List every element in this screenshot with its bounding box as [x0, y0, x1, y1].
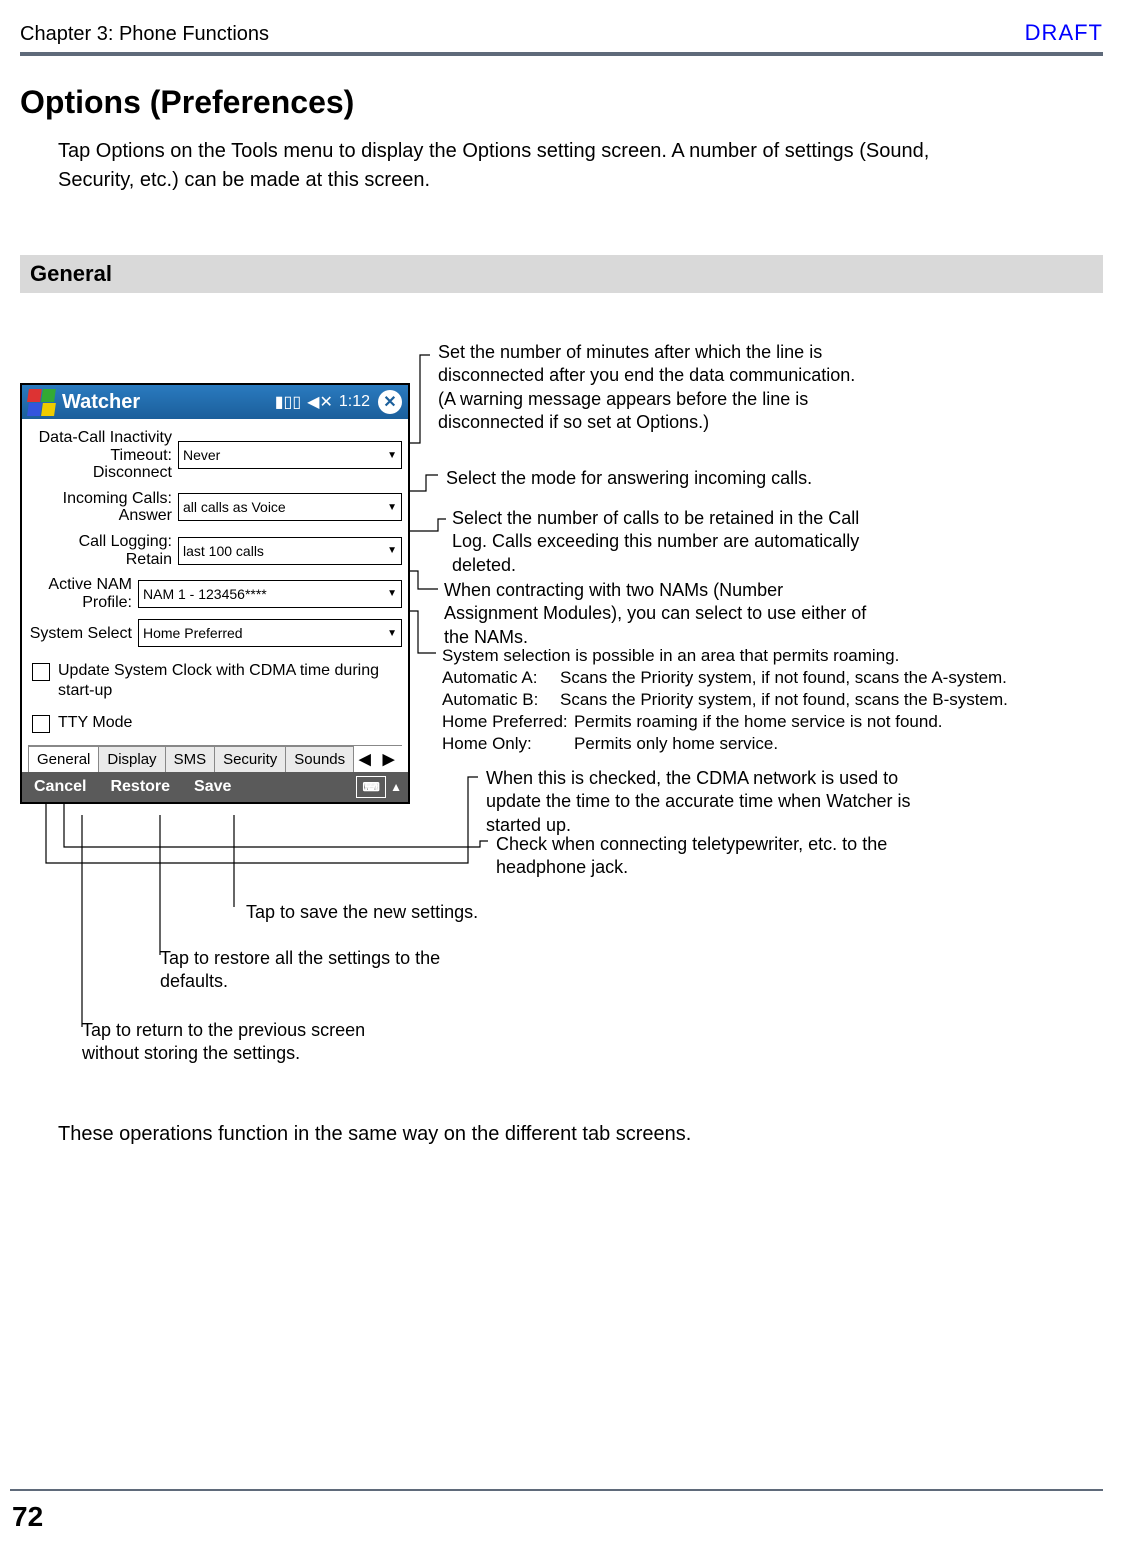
- callout-restore: Tap to restore all the settings to the d…: [160, 947, 460, 994]
- footer-rule: [10, 1489, 1103, 1491]
- select-value: NAM 1 - 123456****: [143, 586, 267, 602]
- save-button[interactable]: Save: [182, 772, 243, 802]
- keyboard-icon[interactable]: ⌨: [356, 776, 386, 798]
- menu-up-icon[interactable]: ▲: [390, 780, 408, 794]
- tab-scroll-right-icon[interactable]: ▶: [377, 746, 401, 772]
- select-incoming-calls[interactable]: all calls as Voice ▼: [178, 493, 402, 521]
- restore-button[interactable]: Restore: [98, 772, 182, 802]
- callout-system-select: System selection is possible in an area …: [442, 645, 1133, 755]
- key-home-pref: Home Preferred:: [442, 711, 568, 733]
- chevron-down-icon: ▼: [387, 450, 397, 461]
- callout-timeout: Set the number of minutes after which th…: [438, 341, 868, 435]
- tab-general[interactable]: General: [28, 746, 99, 772]
- select-value: all calls as Voice: [183, 499, 286, 515]
- val-auto-b: Scans the Priority system, if not found,…: [560, 689, 1133, 711]
- page-number: 72: [12, 1501, 43, 1533]
- key-auto-b: Automatic B:: [442, 689, 554, 711]
- select-data-call-timeout[interactable]: Never ▼: [178, 441, 402, 469]
- device-titlebar: Watcher ▮▯▯ ◀✕ 1:12 ✕: [22, 385, 408, 419]
- page-title: Options (Preferences): [20, 84, 1103, 121]
- select-value: last 100 calls: [183, 543, 264, 559]
- label-incoming-calls: Incoming Calls: Answer: [28, 490, 178, 525]
- select-system-select[interactable]: Home Preferred ▼: [138, 619, 402, 647]
- label-active-nam: Active NAM Profile:: [28, 576, 138, 611]
- device-bottom-bar: Cancel Restore Save ⌨ ▲: [22, 772, 408, 802]
- tab-security[interactable]: Security: [214, 746, 286, 772]
- callout-call-logging: Select the number of calls to be retaine…: [452, 507, 872, 577]
- section-heading: General: [20, 255, 1103, 293]
- callout-answer-mode: Select the mode for answering incoming c…: [446, 467, 812, 490]
- callout-nam: When contracting with two NAMs (Number A…: [444, 579, 874, 649]
- val-home-only: Permits only home service.: [574, 733, 1133, 755]
- checkbox-update-clock[interactable]: [32, 663, 50, 681]
- draft-watermark: DRAFT: [1025, 20, 1103, 46]
- select-value: Home Preferred: [143, 625, 243, 641]
- device-screenshot: Watcher ▮▯▯ ◀✕ 1:12 ✕ Data-Call Inactivi…: [20, 383, 410, 804]
- label-tty-mode: TTY Mode: [58, 713, 132, 733]
- speaker-icon: ◀✕: [307, 392, 333, 412]
- chevron-down-icon: ▼: [387, 502, 397, 513]
- label-system-select: System Select: [28, 625, 138, 643]
- chevron-down-icon: ▼: [387, 545, 397, 556]
- status-area: ▮▯▯ ◀✕ 1:12: [275, 392, 370, 412]
- label-call-logging: Call Logging: Retain: [28, 533, 178, 568]
- annotated-diagram: Watcher ▮▯▯ ◀✕ 1:12 ✕ Data-Call Inactivi…: [20, 347, 1103, 1247]
- cancel-button[interactable]: Cancel: [22, 772, 98, 802]
- tab-sounds[interactable]: Sounds: [285, 746, 354, 772]
- chevron-down-icon: ▼: [387, 588, 397, 599]
- callout-clock-sync: When this is checked, the CDMA network i…: [486, 767, 916, 837]
- callout-system-head: System selection is possible in an area …: [442, 645, 1133, 667]
- label-data-call-timeout: Data-Call Inactivity Timeout: Disconnect: [28, 429, 178, 482]
- select-call-logging[interactable]: last 100 calls ▼: [178, 537, 402, 565]
- checkbox-tty-mode[interactable]: [32, 715, 50, 733]
- windows-logo-icon: [28, 389, 54, 415]
- chevron-down-icon: ▼: [387, 628, 397, 639]
- tab-display[interactable]: Display: [98, 746, 165, 772]
- callout-cancel: Tap to return to the previous screen wit…: [82, 1019, 412, 1066]
- key-home-only: Home Only:: [442, 733, 568, 755]
- tab-scroll-left-icon[interactable]: ◀: [353, 746, 377, 772]
- clock-text: 1:12: [339, 393, 370, 411]
- close-icon[interactable]: ✕: [378, 390, 402, 414]
- app-title: Watcher: [62, 391, 140, 414]
- callout-save: Tap to save the new settings.: [246, 901, 478, 924]
- intro-paragraph: Tap Options on the Tools menu to display…: [58, 137, 993, 195]
- tab-sms[interactable]: SMS: [165, 746, 216, 772]
- select-active-nam[interactable]: NAM 1 - 123456**** ▼: [138, 580, 402, 608]
- select-value: Never: [183, 447, 220, 463]
- tab-bar: General Display SMS Security Sounds ◀ ▶: [28, 745, 402, 772]
- val-home-pref: Permits roaming if the home service is n…: [574, 711, 1133, 733]
- callout-tty: Check when connecting teletypewriter, et…: [496, 833, 926, 880]
- header-rule: [20, 52, 1103, 56]
- signal-icon: ▮▯▯: [275, 392, 301, 412]
- label-update-clock: Update System Clock with CDMA time durin…: [58, 661, 398, 701]
- chapter-label: Chapter 3: Phone Functions: [20, 23, 269, 46]
- val-auto-a: Scans the Priority system, if not found,…: [560, 667, 1133, 689]
- closing-note: These operations function in the same wa…: [58, 1123, 691, 1146]
- key-auto-a: Automatic A:: [442, 667, 554, 689]
